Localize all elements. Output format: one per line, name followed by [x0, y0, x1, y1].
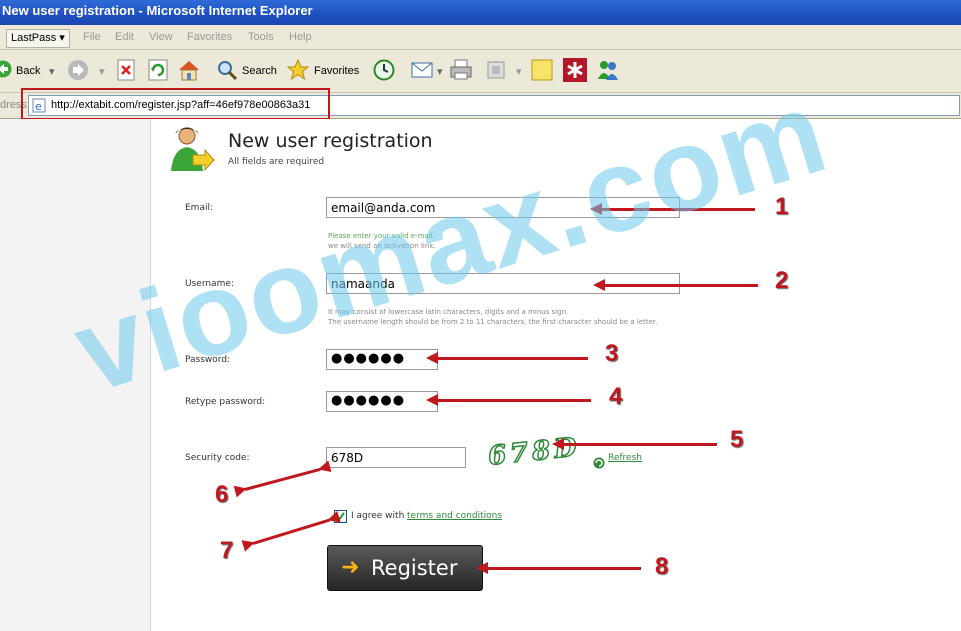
mail-icon[interactable] — [411, 60, 435, 84]
user-registration-icon — [167, 125, 215, 179]
mail-dropdown-icon[interactable]: ▾ — [437, 65, 443, 78]
back-icon[interactable] — [0, 60, 12, 82]
annotation-arrow-3 — [426, 352, 588, 364]
refresh-captcha-link[interactable]: Refresh — [608, 453, 642, 463]
annotation-number-3: 3 — [605, 340, 619, 367]
retype-password-label: Retype password: — [185, 397, 266, 407]
menu-file[interactable]: File — [83, 31, 101, 43]
password-label: Password: — [185, 355, 231, 365]
menu-tools[interactable]: Tools — [248, 31, 274, 43]
register-button[interactable]: ➜ Register — [327, 545, 483, 591]
security-code-label: Security code: — [185, 453, 250, 463]
favorites-star-icon[interactable] — [286, 58, 310, 86]
forward-dropdown-icon[interactable]: ▾ — [99, 65, 105, 78]
annotation-arrow-4 — [426, 394, 591, 406]
menu-help[interactable]: Help — [289, 31, 312, 43]
email-hint-1: Please enter your valid e-mail, — [328, 232, 435, 240]
print-icon[interactable] — [449, 58, 473, 86]
search-icon[interactable] — [216, 59, 238, 85]
url-highlight-box — [21, 88, 330, 120]
page-content — [151, 119, 961, 631]
annotation-number-6: 6 — [215, 481, 229, 508]
messenger-icon[interactable] — [596, 59, 620, 85]
email-hint-2: we will send an activation link. — [328, 242, 436, 250]
annotation-arrow-1 — [590, 203, 755, 215]
toolbar: Back ▾ ▾ Search Favorites ▾ ▾ — [0, 50, 961, 93]
retype-password-input[interactable]: ●●●●●● — [326, 391, 438, 412]
username-hint-1: It may consist of lowercase latin charac… — [328, 308, 569, 316]
annotation-number-1: 1 — [775, 193, 789, 220]
menu-bar: LastPass ▾ File Edit View Favorites Tool… — [0, 25, 961, 50]
favorites-button[interactable]: Favorites — [314, 65, 359, 77]
annotation-number-5: 5 — [730, 426, 744, 453]
annotation-number-8: 8 — [655, 553, 669, 580]
page-subtitle: All fields are required — [228, 157, 325, 167]
page-title: New user registration — [228, 130, 433, 152]
search-button[interactable]: Search — [242, 65, 277, 77]
forward-icon[interactable] — [67, 59, 89, 85]
security-code-input[interactable]: 678D — [326, 447, 466, 468]
lastpass-button[interactable]: LastPass ▾ — [6, 29, 70, 48]
register-label: Register — [371, 556, 458, 580]
edit-icon[interactable] — [486, 60, 506, 84]
annotation-arrow-2 — [593, 279, 758, 291]
annotation-number-4: 4 — [609, 383, 623, 410]
back-button[interactable]: Back — [16, 65, 40, 77]
left-pane — [0, 119, 151, 631]
refresh-captcha-icon[interactable] — [593, 454, 605, 473]
back-dropdown-icon[interactable]: ▾ — [49, 65, 55, 78]
username-hint-2: The username length should be from 2 to … — [328, 318, 658, 326]
agree-text: I agree with — [351, 511, 405, 521]
email-label: Email: — [185, 203, 214, 213]
lastpass-asterisk-icon[interactable] — [563, 58, 587, 86]
note-icon[interactable] — [531, 59, 553, 85]
annotation-arrow-5 — [552, 438, 717, 450]
window-title: New user registration - Microsoft Intern… — [2, 3, 313, 18]
arrow-right-icon: ➜ — [341, 555, 360, 580]
annotation-arrow-8 — [476, 562, 641, 574]
menu-view[interactable]: View — [149, 31, 173, 43]
menu-favorites[interactable]: Favorites — [187, 31, 232, 43]
annotation-number-7: 7 — [220, 537, 234, 564]
menu-edit[interactable]: Edit — [115, 31, 134, 43]
stop-icon[interactable] — [117, 59, 135, 85]
password-input[interactable]: ●●●●●● — [326, 349, 438, 370]
home-icon[interactable] — [177, 58, 201, 86]
username-label: Username: — [185, 279, 234, 289]
refresh-icon[interactable] — [148, 59, 168, 85]
title-bar: New user registration - Microsoft Intern… — [0, 0, 961, 25]
annotation-number-2: 2 — [775, 267, 789, 294]
edit-dropdown-icon[interactable]: ▾ — [516, 65, 522, 78]
terms-link[interactable]: terms and conditions — [407, 511, 502, 521]
history-icon[interactable] — [373, 59, 395, 85]
